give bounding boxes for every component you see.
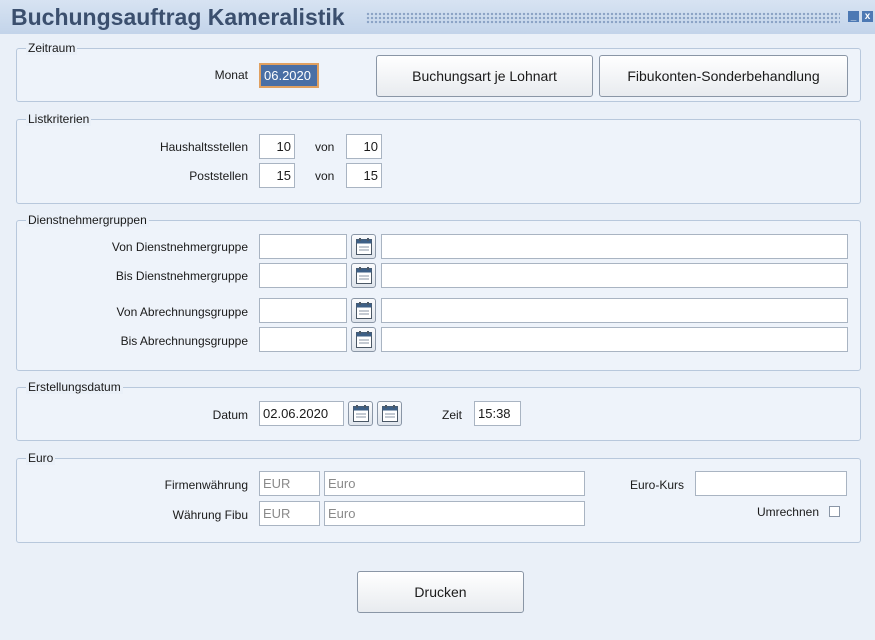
- euro-kurs-label: Euro-Kurs: [629, 478, 684, 492]
- bis-abrechnungsgruppe-text[interactable]: [381, 327, 848, 352]
- calendar-icon[interactable]: [348, 401, 373, 426]
- haushaltsstellen-von-label: von: [315, 140, 335, 154]
- monat-label: Monat: [214, 68, 248, 82]
- title-pattern: [366, 12, 840, 24]
- close-icon[interactable]: x: [862, 11, 873, 22]
- von-dienstnehmergruppe-code[interactable]: [259, 234, 347, 259]
- haushaltsstellen-from-input[interactable]: 10: [259, 134, 295, 159]
- waehrung-fibu-code: EUR: [259, 501, 320, 526]
- lookup-icon[interactable]: [351, 263, 376, 288]
- datum-label: Datum: [212, 408, 248, 422]
- von-dienstnehmergruppe-label: Von Dienstnehmergruppe: [111, 240, 248, 254]
- poststellen-label: Poststellen: [189, 169, 248, 183]
- firmenwaehrung-name: Euro: [324, 471, 585, 496]
- lookup-icon[interactable]: [351, 327, 376, 352]
- poststellen-to-input[interactable]: 15: [346, 163, 382, 188]
- zeit-label: Zeit: [442, 408, 463, 422]
- bis-dienstnehmergruppe-label: Bis Dienstnehmergruppe: [115, 269, 248, 283]
- lookup-icon[interactable]: [351, 298, 376, 323]
- legend-euro: Euro: [26, 451, 56, 465]
- von-abrechnungsgruppe-code[interactable]: [259, 298, 347, 323]
- group-erstellungsdatum: Erstellungsdatum: [16, 380, 861, 441]
- lookup-icon[interactable]: [351, 234, 376, 259]
- bis-abrechnungsgruppe-code[interactable]: [259, 327, 347, 352]
- datum-input[interactable]: 02.06.2020: [259, 401, 344, 426]
- euro-kurs-input[interactable]: [695, 471, 847, 496]
- fibukonten-button[interactable]: Fibukonten-Sonderbehandlung: [599, 55, 848, 97]
- window-title: Buchungsauftrag Kameralistik: [11, 4, 345, 30]
- von-abrechnungsgruppe-label: Von Abrechnungsgruppe: [116, 305, 248, 319]
- umrechnen-checkbox[interactable]: [829, 506, 840, 517]
- von-abrechnungsgruppe-text[interactable]: [381, 298, 848, 323]
- drucken-button[interactable]: Drucken: [357, 571, 524, 613]
- poststellen-from-input[interactable]: 15: [259, 163, 295, 188]
- firmenwaehrung-label: Firmenwährung: [164, 478, 248, 492]
- minimize-icon[interactable]: _: [848, 11, 859, 22]
- group-listkriterien: Listkriterien: [16, 112, 861, 204]
- waehrung-fibu-name: Euro: [324, 501, 585, 526]
- poststellen-von-label: von: [315, 169, 335, 183]
- title-bar: Buchungsauftrag Kameralistik _ x: [0, 0, 875, 34]
- legend-zeitraum: Zeitraum: [26, 41, 78, 55]
- haushaltsstellen-to-input[interactable]: 10: [346, 134, 382, 159]
- bis-dienstnehmergruppe-code[interactable]: [259, 263, 347, 288]
- haushaltsstellen-label: Haushaltsstellen: [159, 140, 248, 154]
- buchungsart-button[interactable]: Buchungsart je Lohnart: [376, 55, 593, 97]
- waehrung-fibu-label: Währung Fibu: [172, 508, 248, 522]
- bis-dienstnehmergruppe-text[interactable]: [381, 263, 848, 288]
- firmenwaehrung-code: EUR: [259, 471, 320, 496]
- umrechnen-label: Umrechnen: [756, 505, 819, 519]
- legend-erstellungsdatum: Erstellungsdatum: [26, 380, 123, 394]
- calendar-today-icon[interactable]: [377, 401, 402, 426]
- bis-abrechnungsgruppe-label: Bis Abrechnungsgruppe: [120, 334, 248, 348]
- legend-listkriterien: Listkriterien: [26, 112, 92, 126]
- von-dienstnehmergruppe-text[interactable]: [381, 234, 848, 259]
- legend-dienstnehmergruppen: Dienstnehmergruppen: [26, 213, 149, 227]
- zeit-input[interactable]: 15:38: [474, 401, 521, 426]
- monat-input[interactable]: 06.2020: [259, 63, 319, 88]
